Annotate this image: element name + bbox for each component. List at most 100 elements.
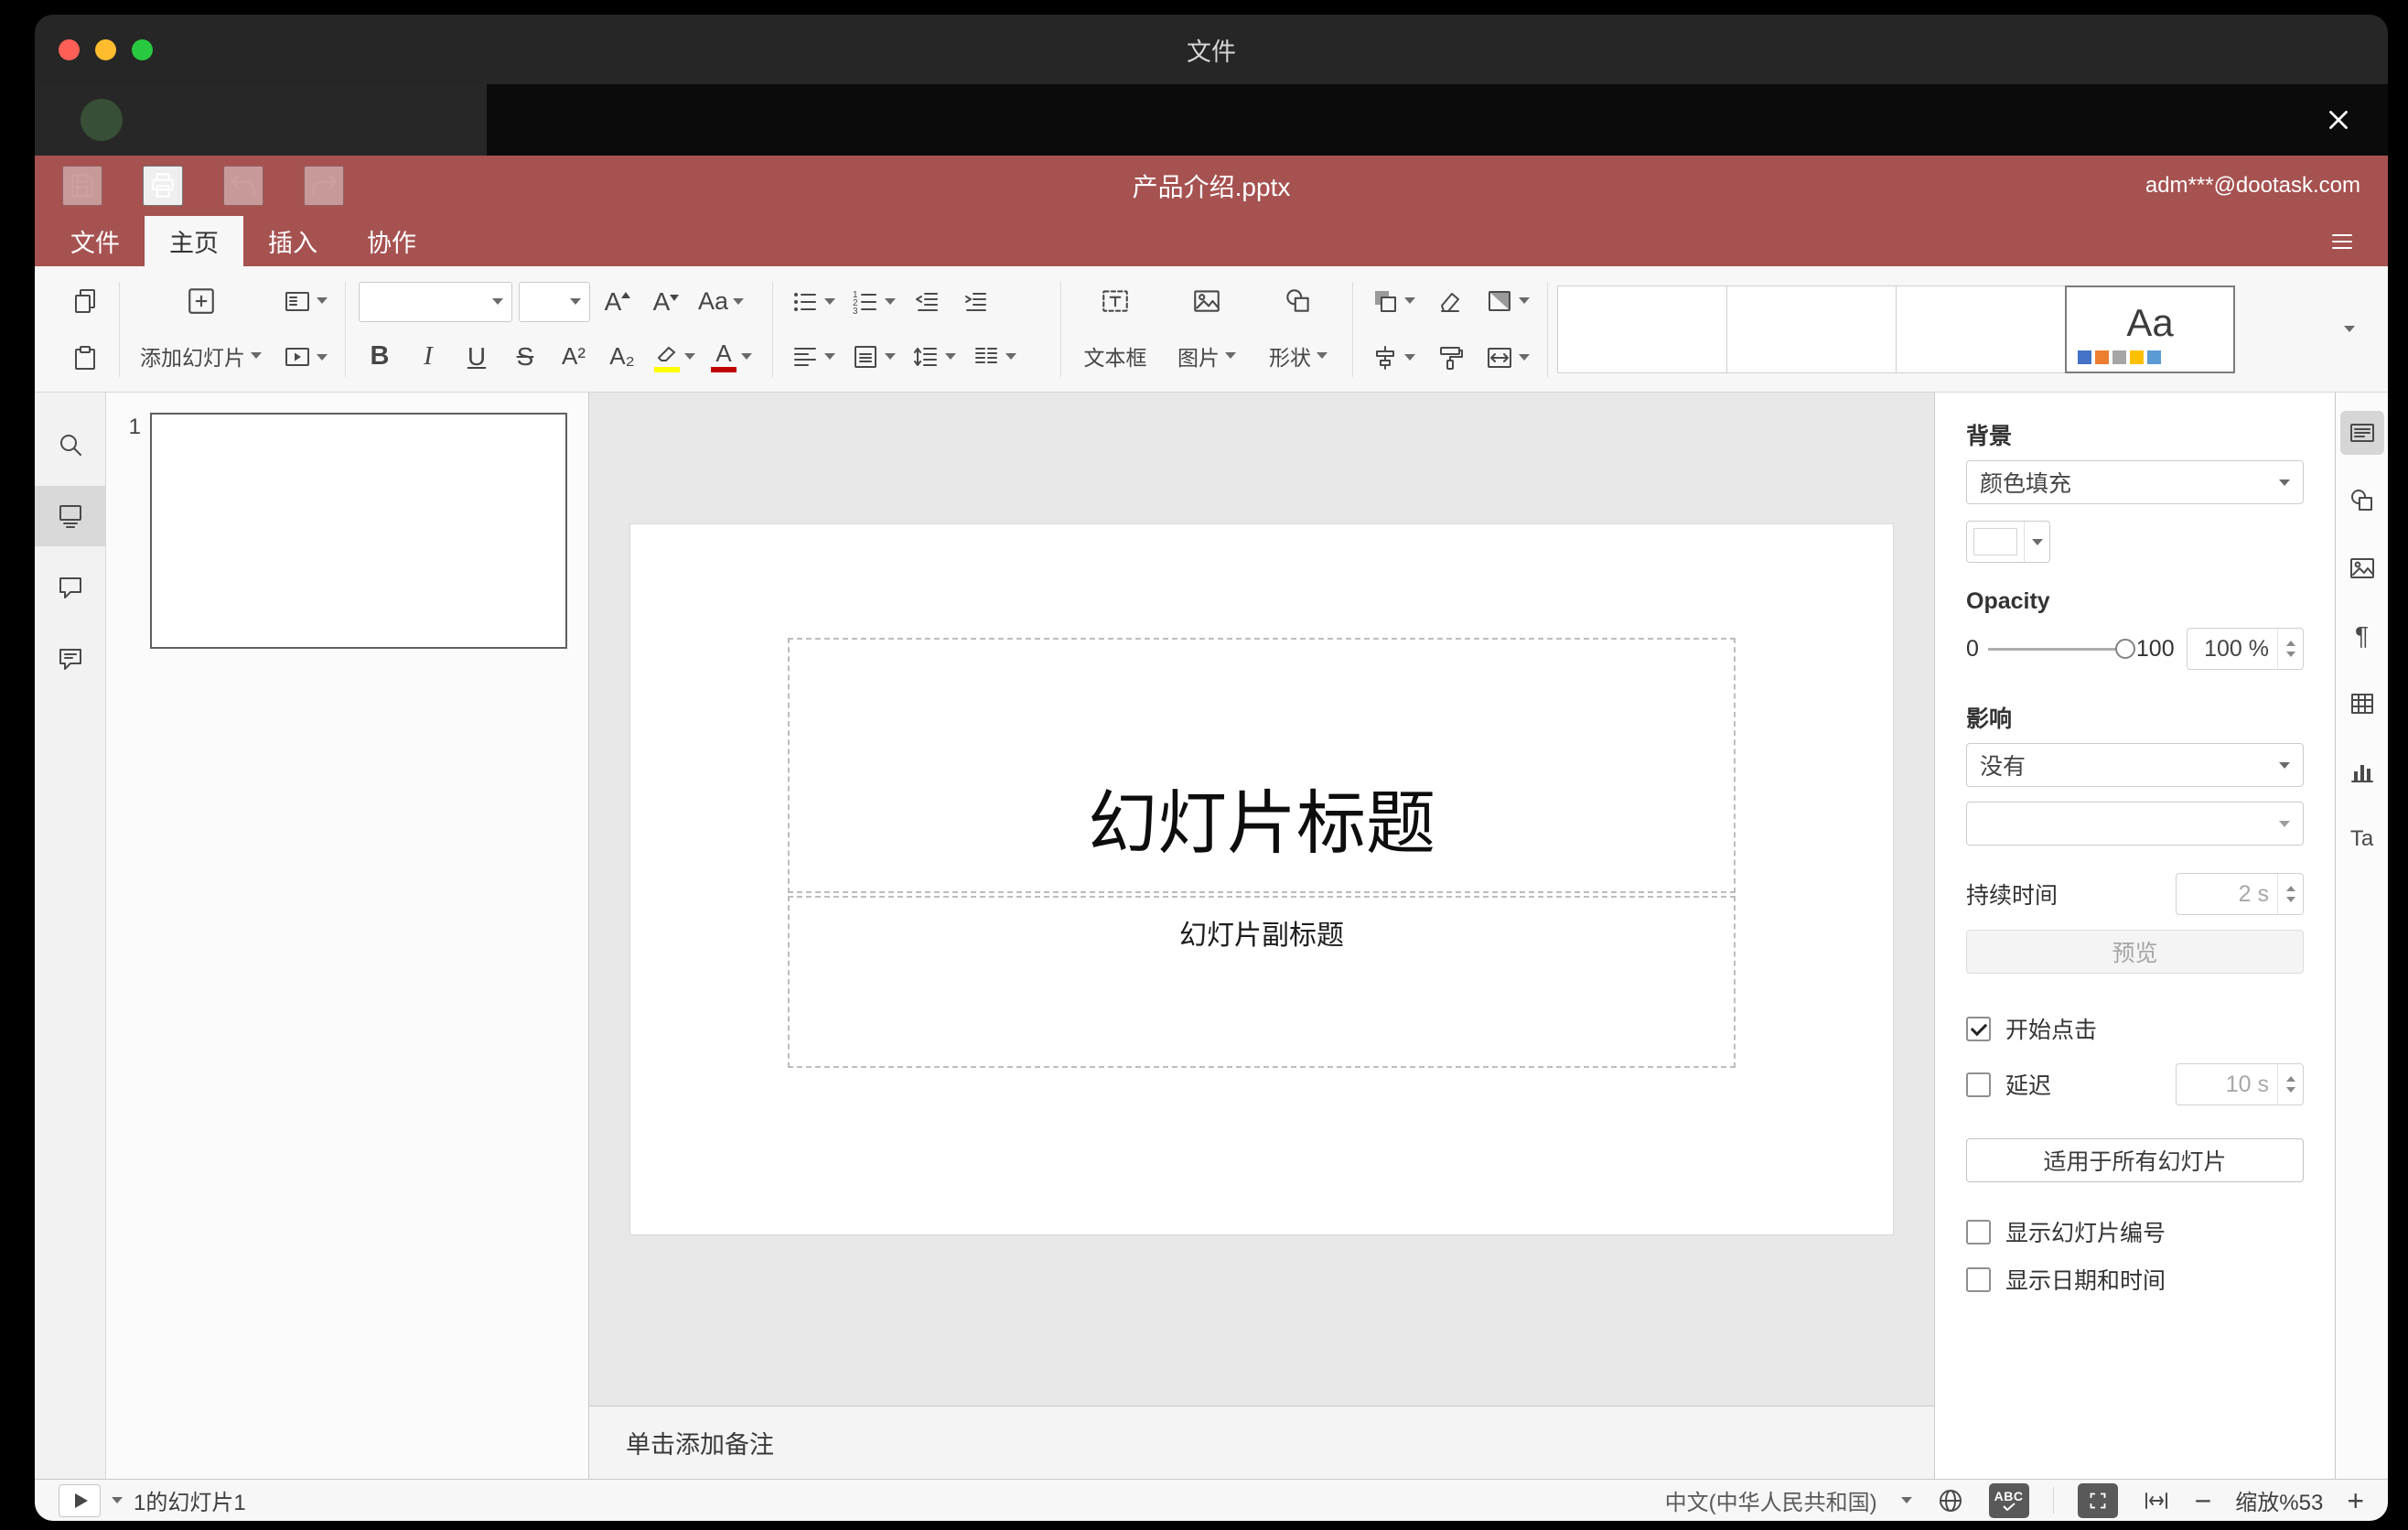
bullets-button[interactable] [786, 280, 840, 324]
slide-thumbnail[interactable] [150, 413, 567, 649]
background-color-picker[interactable] [1966, 521, 2050, 563]
highlight-color-button[interactable] [650, 335, 700, 379]
slides-panel-button[interactable] [35, 486, 105, 546]
start-slideshow-button[interactable] [278, 336, 332, 380]
notes-area[interactable]: 单击添加备注 [589, 1406, 1934, 1479]
insert-textbox-button[interactable]: 文本框 [1074, 278, 1156, 381]
fit-slide-button[interactable] [2077, 1482, 2118, 1518]
theme-slot-selected[interactable]: Aa [2065, 285, 2235, 373]
preview-button[interactable]: 预览 [1966, 930, 2304, 974]
subtitle-placeholder[interactable]: 幻灯片副标题 [788, 896, 1736, 1068]
delay-checkbox[interactable] [1966, 1072, 1991, 1097]
font-size-select[interactable] [519, 281, 590, 322]
textart-settings-button[interactable]: Ta [2340, 817, 2384, 861]
save-button[interactable] [62, 166, 102, 206]
spin-down-icon[interactable] [2285, 652, 2295, 657]
start-slideshow-statusbar-button[interactable] [59, 1483, 101, 1517]
comments-panel-button[interactable] [35, 557, 105, 618]
subscript-button[interactable]: A₂ [601, 335, 643, 379]
show-slide-number-checkbox[interactable] [1966, 1219, 1991, 1244]
increase-indent-button[interactable] [955, 280, 997, 324]
print-button[interactable] [143, 166, 183, 206]
columns-button[interactable] [967, 335, 1021, 379]
slide[interactable]: 幻灯片标题 幻灯片副标题 [630, 524, 1893, 1234]
color-scheme-button[interactable] [1480, 279, 1534, 323]
italic-button[interactable]: I [407, 335, 449, 379]
horizontal-align-button[interactable] [786, 335, 840, 379]
increase-font-button[interactable]: A [597, 280, 639, 324]
superscript-button[interactable]: A² [553, 335, 595, 379]
close-window-button[interactable] [59, 38, 80, 60]
spin-up-icon[interactable] [2285, 886, 2295, 891]
language-indicator[interactable]: 中文(中华人民共和国) [1665, 1484, 1877, 1516]
spin-up-icon[interactable] [2285, 641, 2295, 646]
minimize-window-button[interactable] [95, 38, 116, 60]
show-slide-number-row[interactable]: 显示幻灯片编号 [1966, 1215, 2304, 1248]
title-placeholder[interactable]: 幻灯片标题 [788, 638, 1736, 893]
search-panel-button[interactable] [35, 415, 105, 475]
show-date-time-row[interactable]: 显示日期和时间 [1966, 1263, 2304, 1296]
globe-icon[interactable] [1936, 1486, 1965, 1515]
delay-input[interactable]: 10 s [2176, 1063, 2304, 1105]
image-settings-button[interactable] [2340, 546, 2384, 590]
zoom-out-button[interactable]: − [2195, 1486, 2212, 1515]
slide-layout-button[interactable] [278, 279, 332, 323]
font-color-button[interactable]: A [706, 335, 757, 379]
effect-type-select[interactable] [1966, 802, 2304, 846]
insert-shape-button[interactable]: 形状 [1257, 278, 1339, 381]
strikethrough-button[interactable]: S [504, 335, 546, 379]
opacity-slider-knob[interactable] [2114, 639, 2135, 659]
decrease-indent-button[interactable] [907, 280, 949, 324]
arrange-shape-button[interactable] [1366, 279, 1420, 323]
tab-file[interactable]: 文件 [46, 216, 145, 266]
feedback-panel-button[interactable] [35, 629, 105, 689]
tab-collaboration[interactable]: 协作 [342, 216, 441, 266]
decrease-font-button[interactable]: A [645, 280, 687, 324]
background-fill-select[interactable]: 颜色填充 [1966, 460, 2304, 504]
spin-down-icon[interactable] [2285, 897, 2295, 902]
fit-width-icon[interactable] [2142, 1486, 2171, 1515]
view-settings-button[interactable] [2320, 216, 2364, 266]
tab-home[interactable]: 主页 [145, 216, 243, 266]
table-settings-button[interactable] [2340, 682, 2384, 726]
effect-select[interactable]: 没有 [1966, 743, 2304, 787]
theme-slot[interactable] [1726, 285, 1897, 373]
change-case-button[interactable]: Aa [693, 280, 748, 324]
shape-settings-button[interactable] [2340, 479, 2384, 523]
line-spacing-button[interactable] [907, 335, 961, 379]
add-slide-button[interactable]: 添加幻灯片 [133, 278, 269, 381]
copy-button[interactable] [64, 279, 106, 323]
spin-down-icon[interactable] [2285, 1087, 2295, 1093]
underline-button[interactable]: U [456, 335, 498, 379]
spin-up-icon[interactable] [2285, 1076, 2295, 1082]
paste-button[interactable] [64, 336, 106, 380]
theme-gallery-expand-button[interactable] [2327, 286, 2371, 373]
apply-to-all-slides-button[interactable]: 适用于所有幻灯片 [1966, 1138, 2304, 1182]
zoom-in-button[interactable]: + [2347, 1486, 2364, 1515]
opacity-slider[interactable] [1987, 639, 2135, 659]
undo-button[interactable] [223, 166, 263, 206]
opacity-input[interactable]: 100 % [2187, 628, 2304, 670]
slide-canvas[interactable]: 幻灯片标题 幻灯片副标题 [589, 393, 1934, 1406]
redo-button[interactable] [304, 166, 344, 206]
insert-image-button[interactable]: 图片 [1166, 278, 1248, 381]
chevron-down-icon[interactable] [1900, 1497, 1912, 1503]
chevron-down-icon[interactable] [112, 1497, 123, 1503]
slide-settings-button[interactable] [2339, 411, 2384, 455]
show-date-time-checkbox[interactable] [1966, 1266, 1991, 1292]
maximize-window-button[interactable] [132, 38, 153, 60]
bold-button[interactable]: B [359, 335, 401, 379]
theme-slot[interactable] [1896, 285, 2066, 373]
theme-slot[interactable] [1557, 285, 1727, 373]
start-on-click-checkbox[interactable] [1966, 1016, 1991, 1041]
font-name-select[interactable] [359, 281, 512, 322]
spellcheck-button[interactable]: ABC [1988, 1482, 2029, 1518]
copy-style-button[interactable] [1429, 336, 1471, 380]
tab-insert[interactable]: 插入 [243, 216, 342, 266]
numbering-button[interactable]: 123 [846, 280, 900, 324]
align-shape-button[interactable] [1366, 336, 1420, 380]
chart-settings-button[interactable] [2340, 749, 2384, 793]
start-on-click-row[interactable]: 开始点击 [1966, 1012, 2304, 1045]
paragraph-settings-button[interactable]: ¶ [2340, 614, 2384, 658]
slide-size-button[interactable] [1480, 336, 1534, 380]
